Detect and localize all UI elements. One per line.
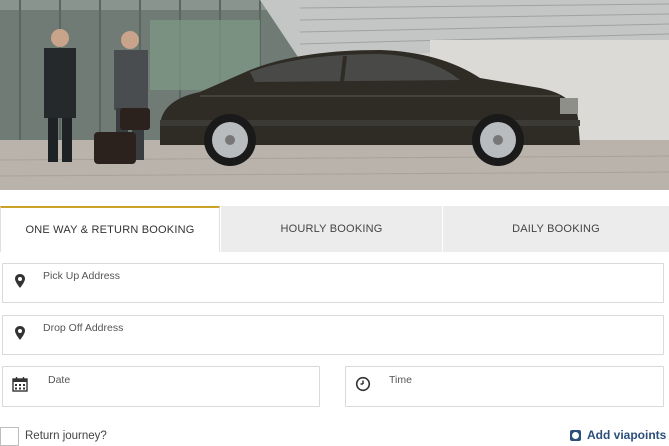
tab-hourly[interactable]: HOURLY BOOKING — [220, 206, 442, 252]
pickup-address-label: Pick Up Address — [43, 270, 121, 282]
booking-tabs: ONE WAY & RETURN BOOKING HOURLY BOOKING … — [0, 206, 669, 252]
pickup-address-field[interactable]: Pick Up Address — [2, 263, 664, 303]
calendar-icon — [12, 376, 28, 392]
time-label: Time — [389, 374, 412, 386]
map-pin-icon — [12, 273, 28, 289]
return-journey-checkbox[interactable] — [0, 426, 19, 446]
return-journey: Return journey? — [0, 426, 107, 446]
map-pin-icon — [12, 325, 28, 341]
dropoff-address-label: Drop Off Address — [43, 322, 124, 334]
tab-one-way-return[interactable]: ONE WAY & RETURN BOOKING — [0, 206, 220, 252]
tab-daily[interactable]: DAILY BOOKING — [442, 206, 669, 252]
return-journey-label: Return journey? — [25, 430, 107, 442]
car-illustration — [0, 0, 669, 190]
add-viapoints-button[interactable]: Add viapoints — [570, 428, 666, 442]
hero-image — [0, 0, 669, 190]
date-field[interactable]: Date — [2, 366, 320, 407]
clock-icon — [355, 376, 371, 392]
dropoff-address-field[interactable]: Drop Off Address — [2, 315, 664, 355]
add-circle-icon — [570, 429, 581, 441]
time-field[interactable]: Time — [345, 366, 664, 407]
date-label: Date — [48, 374, 71, 386]
add-viapoints-label: Add viapoints — [587, 428, 667, 442]
